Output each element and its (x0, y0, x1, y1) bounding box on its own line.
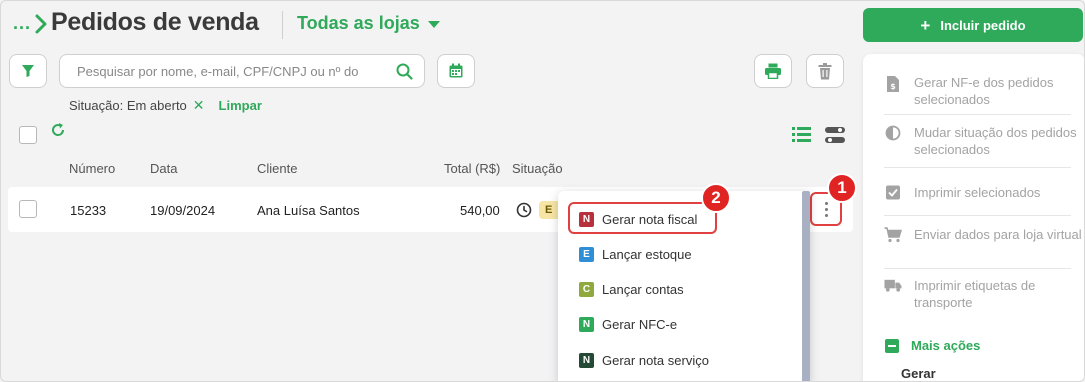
highlight-box (568, 202, 717, 234)
nfce-icon: N (579, 316, 594, 332)
store-selector[interactable]: Todas as lojas (297, 13, 440, 34)
search-box (59, 54, 425, 88)
divider (884, 167, 1071, 168)
cell-total: 540,00 (460, 203, 500, 218)
store-selector-label: Todas as lojas (297, 13, 420, 33)
caret-down-icon (427, 21, 440, 28)
page-title: Pedidos de venda (51, 8, 259, 36)
panel-item-imprimir-selecionados[interactable]: Imprimir selecionados (884, 184, 1040, 201)
panel-item-label: Enviar dados para loja virtual (914, 227, 1082, 242)
toggle-view-icon[interactable] (825, 126, 845, 144)
delete-button[interactable] (806, 54, 844, 88)
column-header-data[interactable]: Data (150, 161, 177, 176)
truck-icon (884, 279, 902, 292)
row-checkbox[interactable] (19, 200, 37, 218)
panel-item-gerar-nfe[interactable]: $ Gerar NF-e dos pedidos selecionados (884, 74, 1084, 108)
column-header-cliente[interactable]: Cliente (257, 161, 297, 176)
add-order-label: Incluir pedido (940, 17, 1026, 33)
panel-item-imprimir-etiquetas[interactable]: Imprimir etiquetas de transporte (884, 277, 1084, 311)
invoice-icon: $ (887, 76, 899, 92)
trash-icon (818, 62, 832, 79)
calendar-button[interactable] (437, 54, 475, 88)
print-button[interactable] (754, 54, 792, 88)
title-divider (282, 11, 283, 39)
step-marker-2: 2 (701, 183, 731, 213)
divider (884, 268, 1071, 269)
list-view-icon[interactable] (792, 126, 811, 143)
collapse-icon (885, 338, 899, 353)
filter-button[interactable] (9, 54, 47, 88)
more-vertical-icon (824, 200, 828, 218)
cell-data: 19/09/2024 (150, 203, 216, 218)
print-icon (765, 63, 781, 79)
breadcrumb-dots[interactable]: ... (13, 13, 31, 34)
menu-item-gerar-nfce[interactable]: N Gerar NFC-e (579, 314, 677, 334)
half-circle-icon (885, 125, 901, 141)
refresh-icon[interactable] (50, 122, 66, 138)
search-icon[interactable] (396, 63, 413, 80)
clock-icon (516, 202, 532, 218)
more-actions-label: Mais ações (911, 338, 981, 353)
menu-item-label: Lançar contas (602, 281, 684, 297)
panel-item-label: Imprimir etiquetas de transporte (914, 278, 1036, 310)
add-order-button[interactable]: + Incluir pedido (863, 8, 1083, 42)
menu-item-label: Lançar estoque (602, 246, 692, 262)
search-input[interactable] (77, 63, 359, 79)
accounts-icon: C (579, 281, 594, 297)
active-filters: Situação: Em aberto ✕ Limpar (69, 97, 262, 114)
select-all-checkbox[interactable] (19, 126, 37, 144)
panel-item-mudar-situacao[interactable]: Mudar situação dos pedidos selecionados (884, 124, 1084, 158)
menu-item-gerar-nota-servico[interactable]: N Gerar nota serviço (579, 350, 709, 370)
svg-text:$: $ (890, 82, 896, 91)
filter-icon (22, 65, 34, 77)
column-header-total[interactable]: Total (R$) (444, 161, 500, 176)
column-header-numero[interactable]: Número (69, 161, 115, 176)
more-actions-toggle[interactable]: Mais ações (885, 338, 980, 353)
divider (884, 114, 1071, 115)
dropdown-scrollbar[interactable] (802, 191, 810, 381)
menu-item-label: Gerar NFC-e (602, 316, 678, 332)
checkbox-icon (886, 185, 900, 200)
app-window: ... Pedidos de venda Todas as lojas + In… (0, 0, 1085, 382)
menu-item-lancar-contas[interactable]: C Lançar contas (579, 279, 684, 299)
cell-numero: 15233 (70, 203, 107, 218)
section-gerar-title: Gerar (901, 366, 936, 381)
plus-icon: + (920, 15, 931, 35)
filter-situation: Situação: Em aberto (69, 98, 187, 113)
menu-item-label: Gerar nota serviço (602, 352, 709, 368)
calendar-icon (449, 63, 463, 78)
panel-item-label: Imprimir selecionados (914, 185, 1041, 200)
clear-filters-link[interactable]: Limpar (219, 98, 262, 113)
panel-item-label: Gerar NF-e dos pedidos selecionados (914, 75, 1054, 107)
step-marker-1: 1 (827, 173, 857, 203)
chevron-right-icon (35, 14, 47, 34)
cell-cliente: Ana Luísa Santos (257, 203, 360, 218)
stock-icon: E (579, 246, 594, 262)
remove-filter-icon[interactable]: ✕ (193, 97, 205, 114)
panel-item-enviar-loja-virtual[interactable]: Enviar dados para loja virtual (884, 226, 1082, 243)
cart-icon (884, 227, 902, 243)
panel-item-label: Mudar situação dos pedidos selecionados (914, 125, 1077, 157)
divider (884, 215, 1071, 216)
column-header-situacao[interactable]: Situação (512, 161, 563, 176)
menu-item-lancar-estoque[interactable]: E Lançar estoque (579, 244, 692, 264)
nfse-icon: N (579, 352, 594, 368)
